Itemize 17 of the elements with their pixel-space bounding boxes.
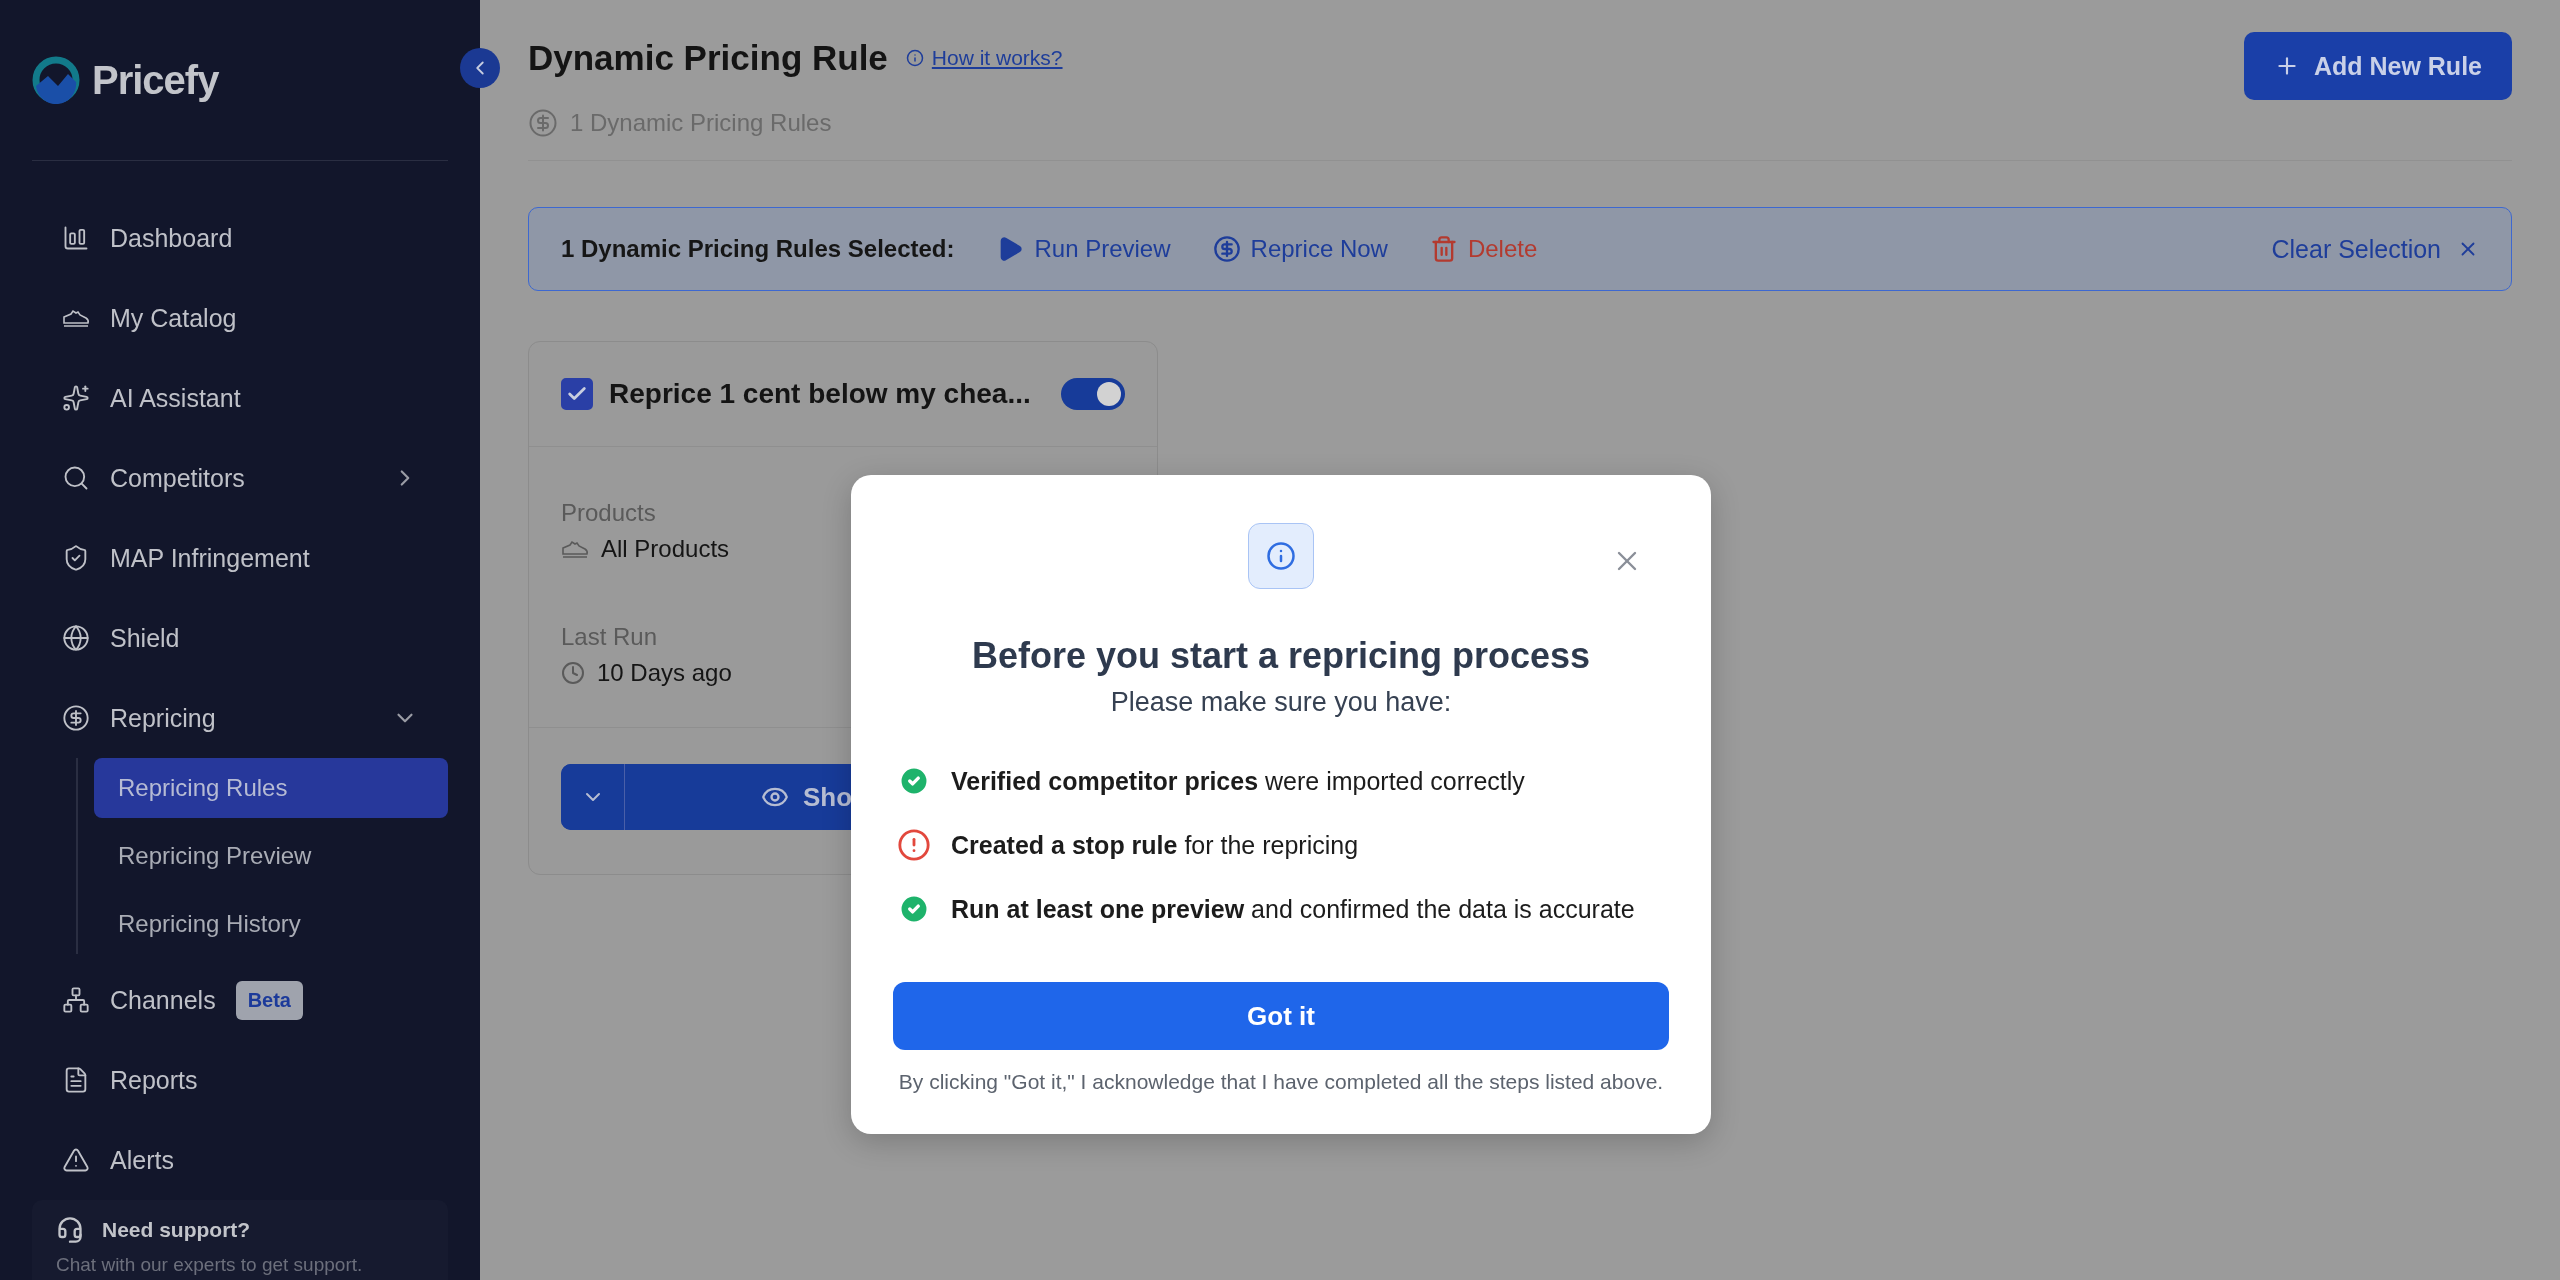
- field-value: All Products: [601, 535, 730, 563]
- modal-title: Before you start a repricing process: [971, 635, 1591, 677]
- field-value: 10 Days ago: [597, 659, 732, 687]
- field-label: Last Run: [561, 623, 659, 651]
- support-title: Need support?: [102, 1218, 251, 1242]
- support-text: Chat with our experts to get support.: [56, 1254, 364, 1276]
- checklist-item: Verified competitor prices were imported correctly: [951, 766, 1525, 796]
- modal-subtitle: Please make sure you have:: [1110, 687, 1452, 718]
- logo-text: Pricefy: [92, 57, 219, 103]
- field-label: Products: [561, 499, 657, 527]
- acknowledgement-note: By clicking "Got it," I acknowledge that I have completed all the steps listed above.: [898, 1070, 1664, 1094]
- page-title: Dynamic Pricing Rule: [528, 38, 888, 78]
- selection-label: 1 Dynamic Pricing Rules Selected:: [561, 235, 955, 263]
- beta-badge: Beta: [235, 980, 303, 1020]
- rule-title: Reprice 1 cent below my chea...: [609, 378, 1031, 410]
- checklist-item: Created a stop rule for the repricing: [951, 830, 1359, 860]
- checklist-item: Run at least one preview and confirmed the data is accurate: [951, 894, 1635, 924]
